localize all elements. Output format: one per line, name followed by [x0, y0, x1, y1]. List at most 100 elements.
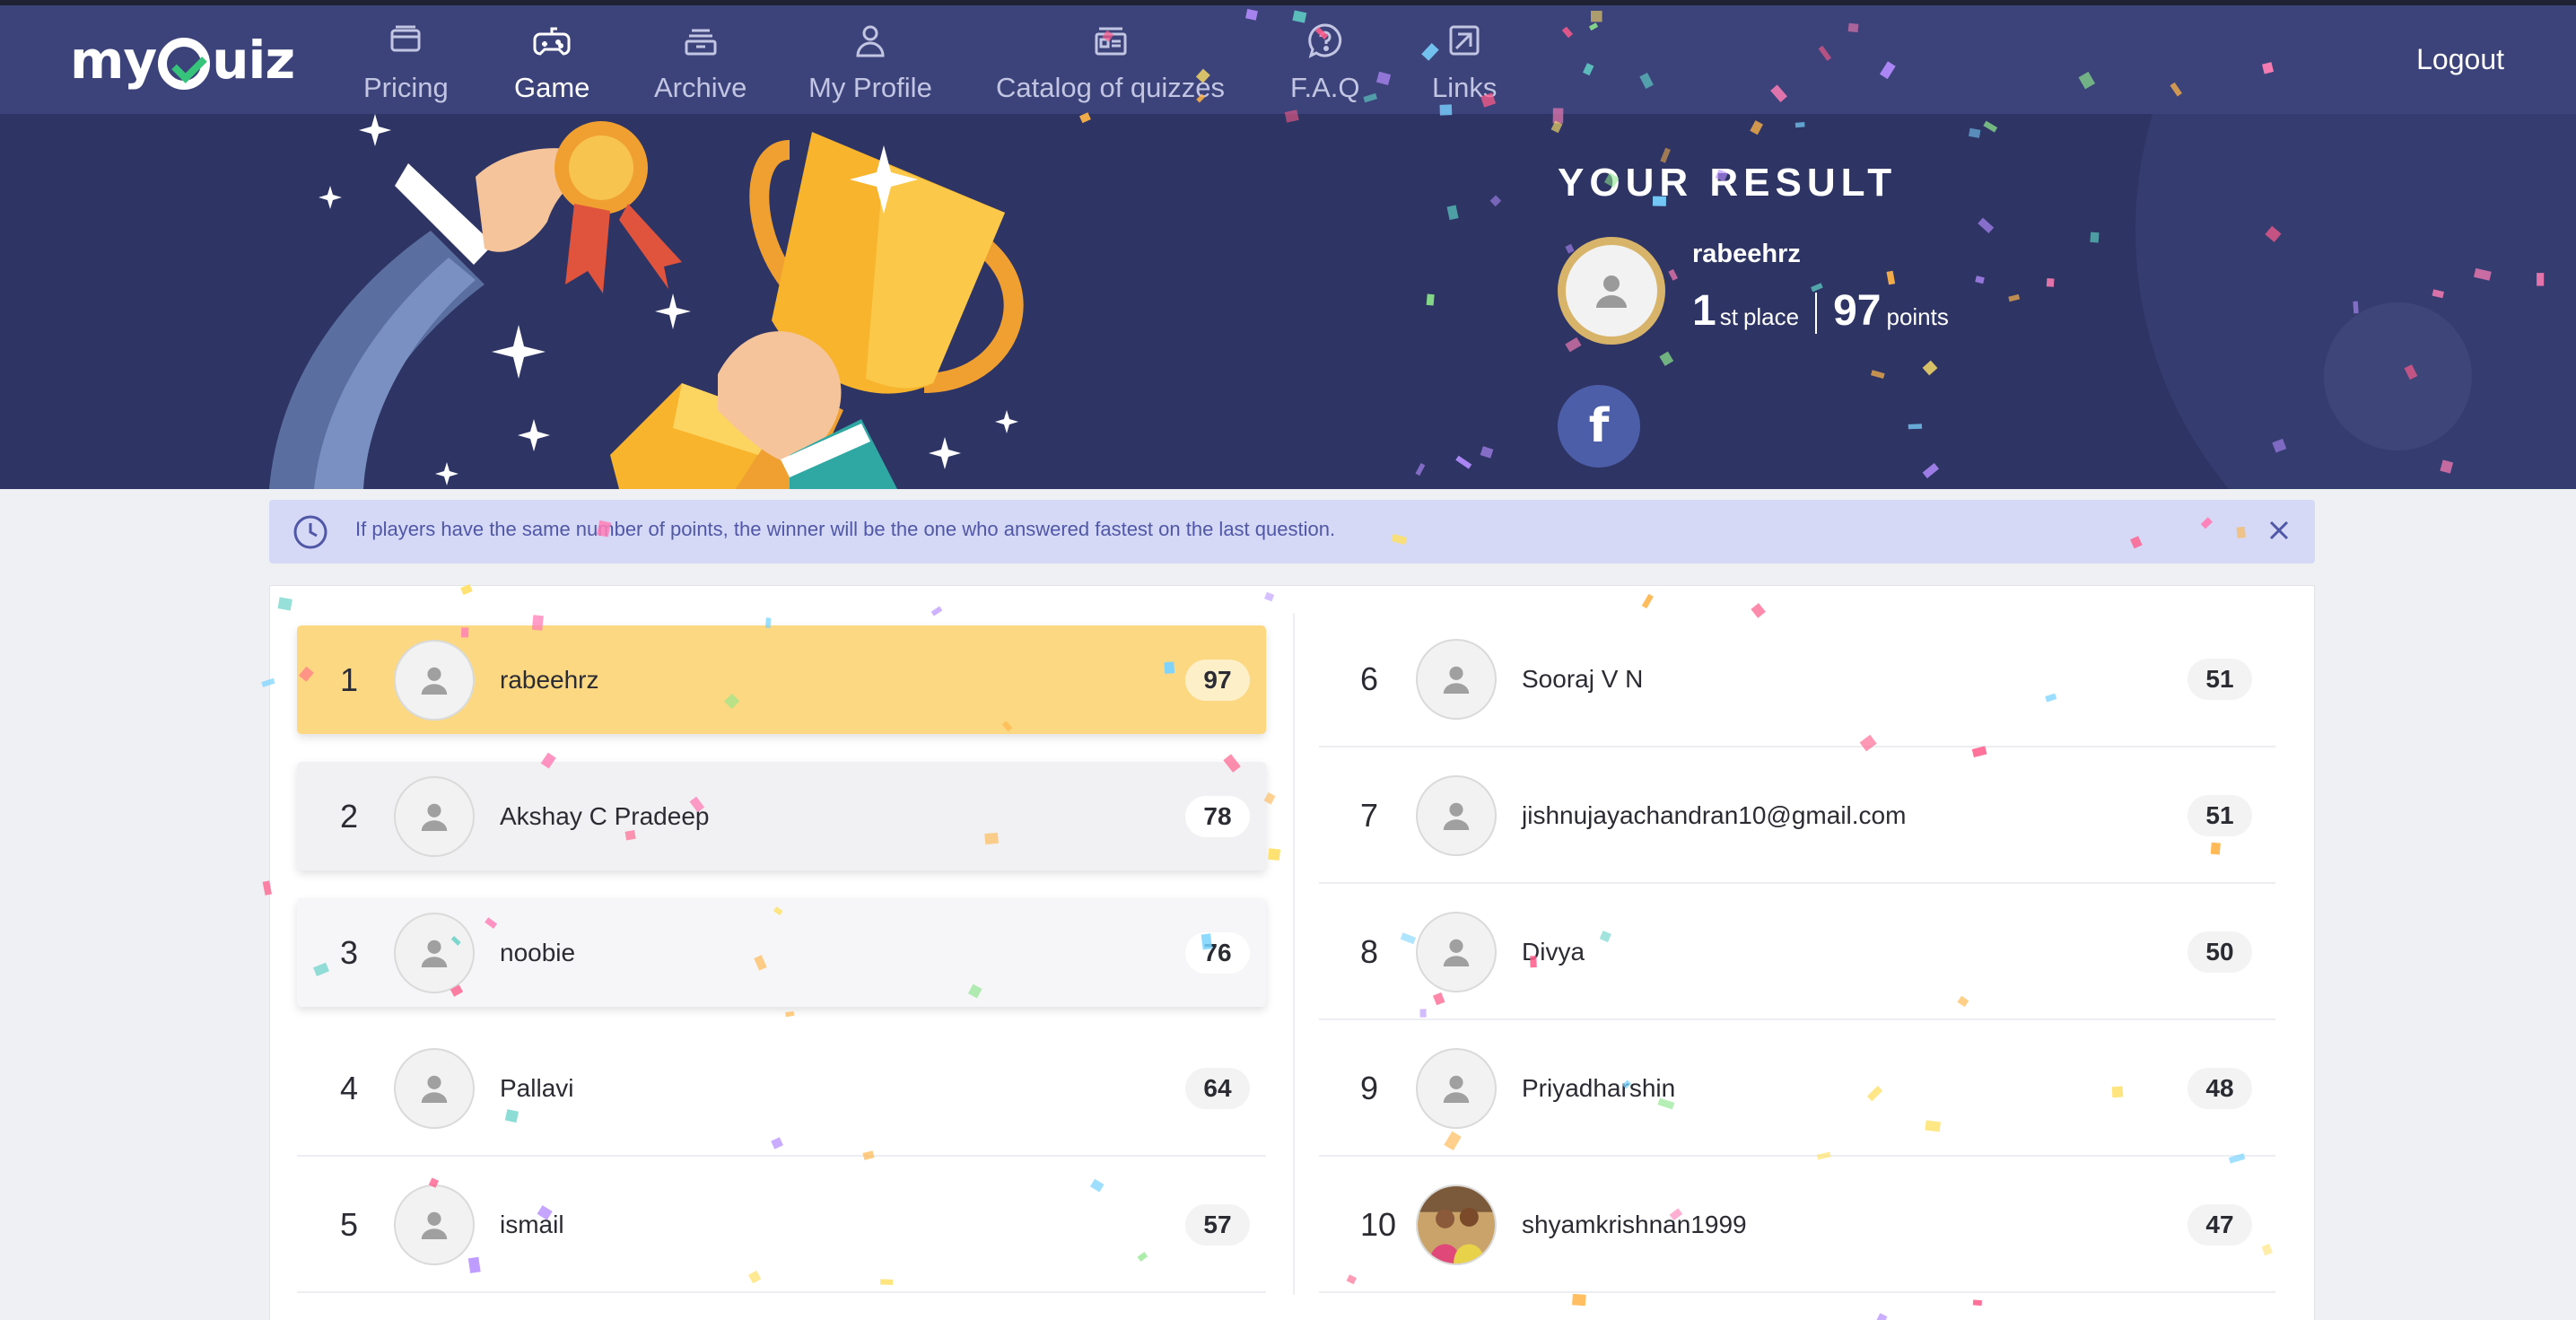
default-avatar-icon [1443, 939, 1470, 966]
player-avatar [1416, 1185, 1497, 1265]
player-avatar [394, 775, 475, 857]
player-name: Priyadharshin [1522, 1074, 1676, 1102]
nav-item-game[interactable]: Game [514, 20, 589, 109]
leaderboard-row[interactable]: 8 Divya 50 [1319, 886, 2275, 1020]
tiebreak-notice: If players have the same number of point… [269, 500, 2315, 564]
place-label: place [1742, 303, 1800, 330]
nav-label: Pricing [363, 72, 449, 103]
links-icon [1449, 25, 1480, 56]
result-avatar [1558, 237, 1665, 345]
leaderboard-row[interactable]: 5 ismail 57 [297, 1158, 1266, 1293]
rank-number: 1 [340, 660, 359, 698]
leaderboard-row[interactable]: 2 Akshay C Pradeep 78 [297, 762, 1266, 870]
score-badge: 57 [1185, 1204, 1250, 1246]
player-avatar [394, 1048, 475, 1129]
leaderboard-row[interactable]: 10 shyamkrishnan1999 47 [1319, 1158, 2275, 1293]
leaderboard-row[interactable]: 6 Sooraj V N 51 [1319, 613, 2275, 747]
player-avatar [1416, 1048, 1497, 1129]
nav-item-faq[interactable]: F.A.Q [1290, 20, 1360, 109]
player-avatar [1416, 775, 1497, 856]
rank-number: 2 [340, 797, 359, 835]
place-number: 1 [1692, 287, 1716, 335]
photo-avatar-icon [1418, 1186, 1495, 1263]
nav-label: F.A.Q [1290, 72, 1360, 103]
player-name: noobie [500, 938, 576, 966]
nav-label: Links [1432, 72, 1498, 103]
nav-item-archive[interactable]: Archive [654, 20, 747, 109]
result-stats: 1 st place 97 points [1692, 286, 1949, 340]
default-avatar-icon [1596, 275, 1627, 308]
hero-decor-circle-small [2324, 302, 2472, 450]
notice-message: If players have the same number of point… [355, 518, 1336, 540]
rank-number: 8 [1360, 933, 1379, 970]
rank-number: 6 [1360, 660, 1379, 697]
nav-item-catalog-of-quizzes[interactable]: Catalog of quizzes [996, 20, 1225, 109]
nav-label: Catalog of quizzes [996, 72, 1226, 103]
leaderboard-row[interactable]: 7 jishnujayachandran10@gmail.com 51 [1319, 749, 2275, 884]
facebook-icon: f [1588, 399, 1610, 453]
result-hero-banner: YOUR RESULT rabeehrz 1 st place 97 point… [0, 114, 2576, 489]
top-navigation-bar: my uiz Pricing Game Archive My Profile Ca… [0, 5, 2576, 114]
leaderboard-row[interactable]: 3 noobie 76 [297, 898, 1266, 1007]
default-avatar-icon [421, 1211, 448, 1239]
player-avatar [394, 1185, 475, 1265]
nav-label: Archive [654, 72, 747, 103]
points-value: 97 [1833, 287, 1882, 335]
rank-number: 3 [340, 933, 359, 971]
nav-item-links[interactable]: Links [1432, 20, 1497, 109]
player-name: jishnujayachandran10@gmail.com [1522, 801, 1907, 829]
default-avatar-icon [421, 803, 448, 831]
default-avatar-icon [1443, 802, 1470, 830]
place-suffix: st [1719, 303, 1738, 330]
default-avatar-icon [421, 940, 448, 967]
user-icon [856, 25, 885, 57]
default-avatar-icon [1443, 666, 1470, 694]
archive-icon [685, 29, 717, 56]
score-badge: 78 [1185, 795, 1250, 837]
player-name: Pallavi [500, 1074, 574, 1102]
rank-number: 10 [1360, 1206, 1397, 1243]
logout-button[interactable]: Logout [2416, 43, 2504, 76]
rank-number: 9 [1360, 1070, 1379, 1106]
player-name: Sooraj V N [1522, 665, 1644, 693]
player-avatar [1416, 912, 1497, 992]
player-name: Divya [1522, 938, 1585, 966]
default-avatar-icon [1443, 1075, 1470, 1103]
trophy-illustration [269, 114, 1024, 489]
column-divider [1293, 613, 1295, 1295]
clock-icon [293, 515, 327, 549]
player-name: ismail [500, 1211, 564, 1238]
player-avatar [1416, 639, 1497, 720]
myquiz-logo[interactable]: my uiz [70, 29, 295, 92]
leaderboard-row[interactable]: 4 Pallavi 64 [297, 1022, 1266, 1157]
pricing-icon [390, 25, 421, 52]
stats-divider [1815, 293, 1818, 334]
score-badge: 97 [1185, 659, 1250, 701]
close-icon[interactable] [2265, 516, 2293, 545]
leaderboard-row[interactable]: 1 rabeehrz 97 [297, 625, 1266, 734]
default-avatar-icon [421, 667, 448, 695]
facebook-share-button[interactable]: f [1558, 385, 1640, 468]
nav-label: Game [514, 72, 590, 103]
player-name: Akshay C Pradeep [500, 801, 710, 830]
player-avatar [394, 912, 475, 993]
score-badge: 50 [2187, 931, 2252, 973]
points-label: points [1886, 303, 1949, 330]
player-name: rabeehrz [500, 665, 599, 694]
default-avatar-icon [421, 1075, 448, 1103]
player-avatar [394, 639, 475, 721]
nav-label: My Profile [808, 72, 932, 103]
leaderboard-row[interactable]: 9 Priyadharshin 48 [1319, 1022, 2275, 1157]
nav-item-pricing[interactable]: Pricing [363, 20, 449, 109]
your-result-heading: YOUR RESULT [1558, 161, 1898, 205]
score-badge: 76 [1185, 931, 1250, 974]
score-badge: 51 [2187, 795, 2252, 836]
catalog-icon [1095, 27, 1127, 56]
nav-item-my-profile[interactable]: My Profile [808, 20, 932, 109]
gamepad-icon [533, 27, 571, 56]
score-badge: 47 [2187, 1204, 2252, 1246]
player-name: shyamkrishnan1999 [1522, 1211, 1747, 1238]
question-icon [1308, 23, 1341, 58]
rank-number: 7 [1360, 797, 1379, 834]
score-badge: 64 [1185, 1068, 1250, 1109]
